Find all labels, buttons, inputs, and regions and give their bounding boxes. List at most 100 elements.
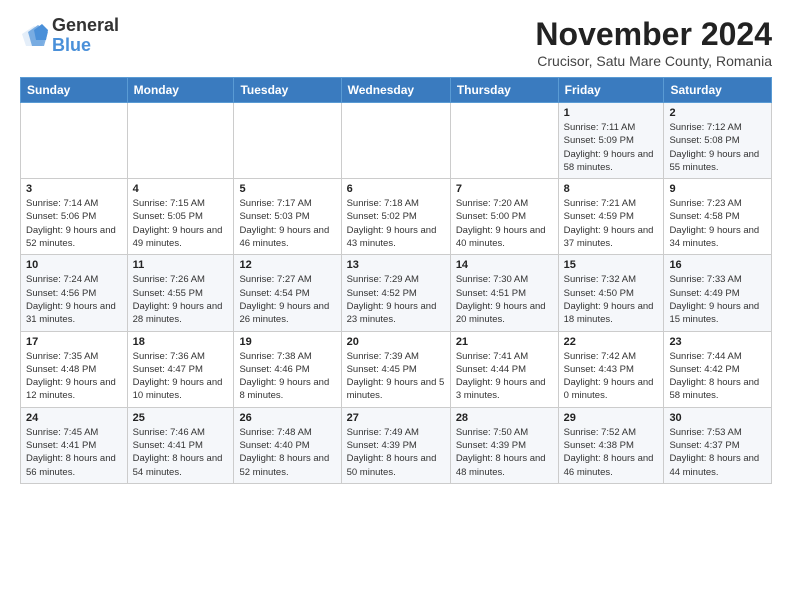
- header-day-saturday: Saturday: [664, 78, 772, 103]
- day-cell: 1Sunrise: 7:11 AMSunset: 5:09 PMDaylight…: [558, 103, 664, 179]
- day-info: Sunrise: 7:33 AMSunset: 4:49 PMDaylight:…: [669, 273, 766, 326]
- day-cell: 20Sunrise: 7:39 AMSunset: 4:45 PMDayligh…: [341, 331, 450, 407]
- day-number: 24: [26, 412, 122, 424]
- day-number: 30: [669, 412, 766, 424]
- day-cell: 23Sunrise: 7:44 AMSunset: 4:42 PMDayligh…: [664, 331, 772, 407]
- day-info: Sunrise: 7:45 AMSunset: 4:41 PMDaylight:…: [26, 426, 122, 479]
- day-cell: [450, 103, 558, 179]
- day-cell: 14 Sunrise: 7:30 AMSunset: 4:51 PMDayligh…: [450, 255, 558, 331]
- header-day-thursday: Thursday: [450, 78, 558, 103]
- day-number: 17: [26, 336, 122, 348]
- day-cell: [127, 103, 234, 179]
- day-cell: 28Sunrise: 7:50 AMSunset: 4:39 PMDayligh…: [450, 407, 558, 483]
- day-cell: 17 Sunrise: 7:35 AMSunset: 4:48 PMDayligh…: [21, 331, 128, 407]
- day-number: 27: [347, 412, 445, 424]
- day-cell: 12 Sunrise: 7:27 AMSunset: 4:54 PMDayligh…: [234, 255, 341, 331]
- day-info: Sunrise: 7:41 AMSunset: 4:44 PMDaylight:…: [456, 350, 553, 403]
- day-info: Sunrise: 7:38 AMSunset: 4:46 PMDaylight:…: [239, 350, 335, 403]
- header: General Blue November 2024 Crucisor, Sat…: [20, 16, 772, 69]
- header-day-friday: Friday: [558, 78, 664, 103]
- day-cell: 26 Sunrise: 7:48 AMSunset: 4:40 PMDayligh…: [234, 407, 341, 483]
- day-info: Sunrise: 7:12 AMSunset: 5:08 PMDaylight:…: [669, 121, 766, 174]
- day-info: Sunrise: 7:53 AMSunset: 4:37 PMDaylight:…: [669, 426, 766, 479]
- header-row: SundayMondayTuesdayWednesdayThursdayFrid…: [21, 78, 772, 103]
- logo-line1: General: [52, 16, 119, 36]
- day-cell: 11 Sunrise: 7:26 AMSunset: 4:55 PMDayligh…: [127, 255, 234, 331]
- day-cell: 2 Sunrise: 7:12 AMSunset: 5:08 PMDaylight…: [664, 103, 772, 179]
- day-cell: 18 Sunrise: 7:36 AMSunset: 4:47 PMDayligh…: [127, 331, 234, 407]
- day-number: 19: [239, 336, 335, 348]
- logo-line2: Blue: [52, 36, 119, 56]
- day-cell: 13Sunrise: 7:29 AMSunset: 4:52 PMDayligh…: [341, 255, 450, 331]
- day-info: Sunrise: 7:24 AMSunset: 4:56 PMDaylight:…: [26, 273, 122, 326]
- header-day-sunday: Sunday: [21, 78, 128, 103]
- week-row-4: 24 Sunrise: 7:45 AMSunset: 4:41 PMDayligh…: [21, 407, 772, 483]
- header-day-wednesday: Wednesday: [341, 78, 450, 103]
- calendar-header: SundayMondayTuesdayWednesdayThursdayFrid…: [21, 78, 772, 103]
- day-number: 25: [133, 412, 229, 424]
- day-info: Sunrise: 7:26 AMSunset: 4:55 PMDaylight:…: [133, 273, 229, 326]
- day-info: Sunrise: 7:15 AMSunset: 5:05 PMDaylight:…: [133, 197, 229, 250]
- page: General Blue November 2024 Crucisor, Sat…: [0, 0, 792, 612]
- day-cell: 3 Sunrise: 7:14 AMSunset: 5:06 PMDaylight…: [21, 179, 128, 255]
- day-info: Sunrise: 7:48 AMSunset: 4:40 PMDaylight:…: [239, 426, 335, 479]
- day-info: Sunrise: 7:11 AMSunset: 5:09 PMDaylight:…: [564, 121, 659, 174]
- day-info: Sunrise: 7:23 AMSunset: 4:58 PMDaylight:…: [669, 197, 766, 250]
- day-cell: [341, 103, 450, 179]
- day-number: 2: [669, 107, 766, 119]
- week-row-1: 3 Sunrise: 7:14 AMSunset: 5:06 PMDaylight…: [21, 179, 772, 255]
- day-info: Sunrise: 7:17 AMSunset: 5:03 PMDaylight:…: [239, 197, 335, 250]
- day-number: 12: [239, 259, 335, 271]
- day-cell: 16 Sunrise: 7:33 AMSunset: 4:49 PMDayligh…: [664, 255, 772, 331]
- day-number: 8: [564, 183, 659, 195]
- day-number: 6: [347, 183, 445, 195]
- day-cell: 6 Sunrise: 7:18 AMSunset: 5:02 PMDaylight…: [341, 179, 450, 255]
- day-cell: 7 Sunrise: 7:20 AMSunset: 5:00 PMDaylight…: [450, 179, 558, 255]
- day-info: Sunrise: 7:30 AMSunset: 4:51 PMDaylight:…: [456, 273, 553, 326]
- day-cell: 25 Sunrise: 7:46 AMSunset: 4:41 PMDayligh…: [127, 407, 234, 483]
- week-row-2: 10Sunrise: 7:24 AMSunset: 4:56 PMDayligh…: [21, 255, 772, 331]
- day-number: 14: [456, 259, 553, 271]
- day-number: 23: [669, 336, 766, 348]
- day-info: Sunrise: 7:21 AMSunset: 4:59 PMDaylight:…: [564, 197, 659, 250]
- day-cell: [234, 103, 341, 179]
- day-cell: 30 Sunrise: 7:53 AMSunset: 4:37 PMDayligh…: [664, 407, 772, 483]
- day-info: Sunrise: 7:52 AMSunset: 4:38 PMDaylight:…: [564, 426, 659, 479]
- header-day-monday: Monday: [127, 78, 234, 103]
- location: Crucisor, Satu Mare County, Romania: [535, 53, 772, 69]
- day-number: 16: [669, 259, 766, 271]
- day-number: 3: [26, 183, 122, 195]
- day-cell: 15 Sunrise: 7:32 AMSunset: 4:50 PMDayligh…: [558, 255, 664, 331]
- day-info: Sunrise: 7:35 AMSunset: 4:48 PMDaylight:…: [26, 350, 122, 403]
- day-info: Sunrise: 7:18 AMSunset: 5:02 PMDaylight:…: [347, 197, 445, 250]
- day-number: 11: [133, 259, 229, 271]
- day-number: 26: [239, 412, 335, 424]
- day-info: Sunrise: 7:36 AMSunset: 4:47 PMDaylight:…: [133, 350, 229, 403]
- day-info: Sunrise: 7:20 AMSunset: 5:00 PMDaylight:…: [456, 197, 553, 250]
- day-cell: 5 Sunrise: 7:17 AMSunset: 5:03 PMDaylight…: [234, 179, 341, 255]
- day-cell: [21, 103, 128, 179]
- day-cell: 21 Sunrise: 7:41 AMSunset: 4:44 PMDayligh…: [450, 331, 558, 407]
- day-number: 21: [456, 336, 553, 348]
- day-info: Sunrise: 7:32 AMSunset: 4:50 PMDaylight:…: [564, 273, 659, 326]
- day-cell: 24 Sunrise: 7:45 AMSunset: 4:41 PMDayligh…: [21, 407, 128, 483]
- day-info: Sunrise: 7:27 AMSunset: 4:54 PMDaylight:…: [239, 273, 335, 326]
- week-row-0: 1Sunrise: 7:11 AMSunset: 5:09 PMDaylight…: [21, 103, 772, 179]
- title-block: November 2024 Crucisor, Satu Mare County…: [535, 16, 772, 69]
- day-number: 15: [564, 259, 659, 271]
- day-number: 29: [564, 412, 659, 424]
- day-info: Sunrise: 7:14 AMSunset: 5:06 PMDaylight:…: [26, 197, 122, 250]
- logo-icon: [20, 24, 48, 48]
- day-cell: 8 Sunrise: 7:21 AMSunset: 4:59 PMDaylight…: [558, 179, 664, 255]
- day-info: Sunrise: 7:46 AMSunset: 4:41 PMDaylight:…: [133, 426, 229, 479]
- day-cell: 29 Sunrise: 7:52 AMSunset: 4:38 PMDayligh…: [558, 407, 664, 483]
- day-number: 5: [239, 183, 335, 195]
- day-number: 18: [133, 336, 229, 348]
- day-info: Sunrise: 7:49 AMSunset: 4:39 PMDaylight:…: [347, 426, 445, 479]
- day-number: 7: [456, 183, 553, 195]
- day-number: 13: [347, 259, 445, 271]
- day-cell: 22Sunrise: 7:42 AMSunset: 4:43 PMDayligh…: [558, 331, 664, 407]
- day-info: Sunrise: 7:39 AMSunset: 4:45 PMDaylight:…: [347, 350, 445, 403]
- header-day-tuesday: Tuesday: [234, 78, 341, 103]
- logo-text: General Blue: [52, 16, 119, 56]
